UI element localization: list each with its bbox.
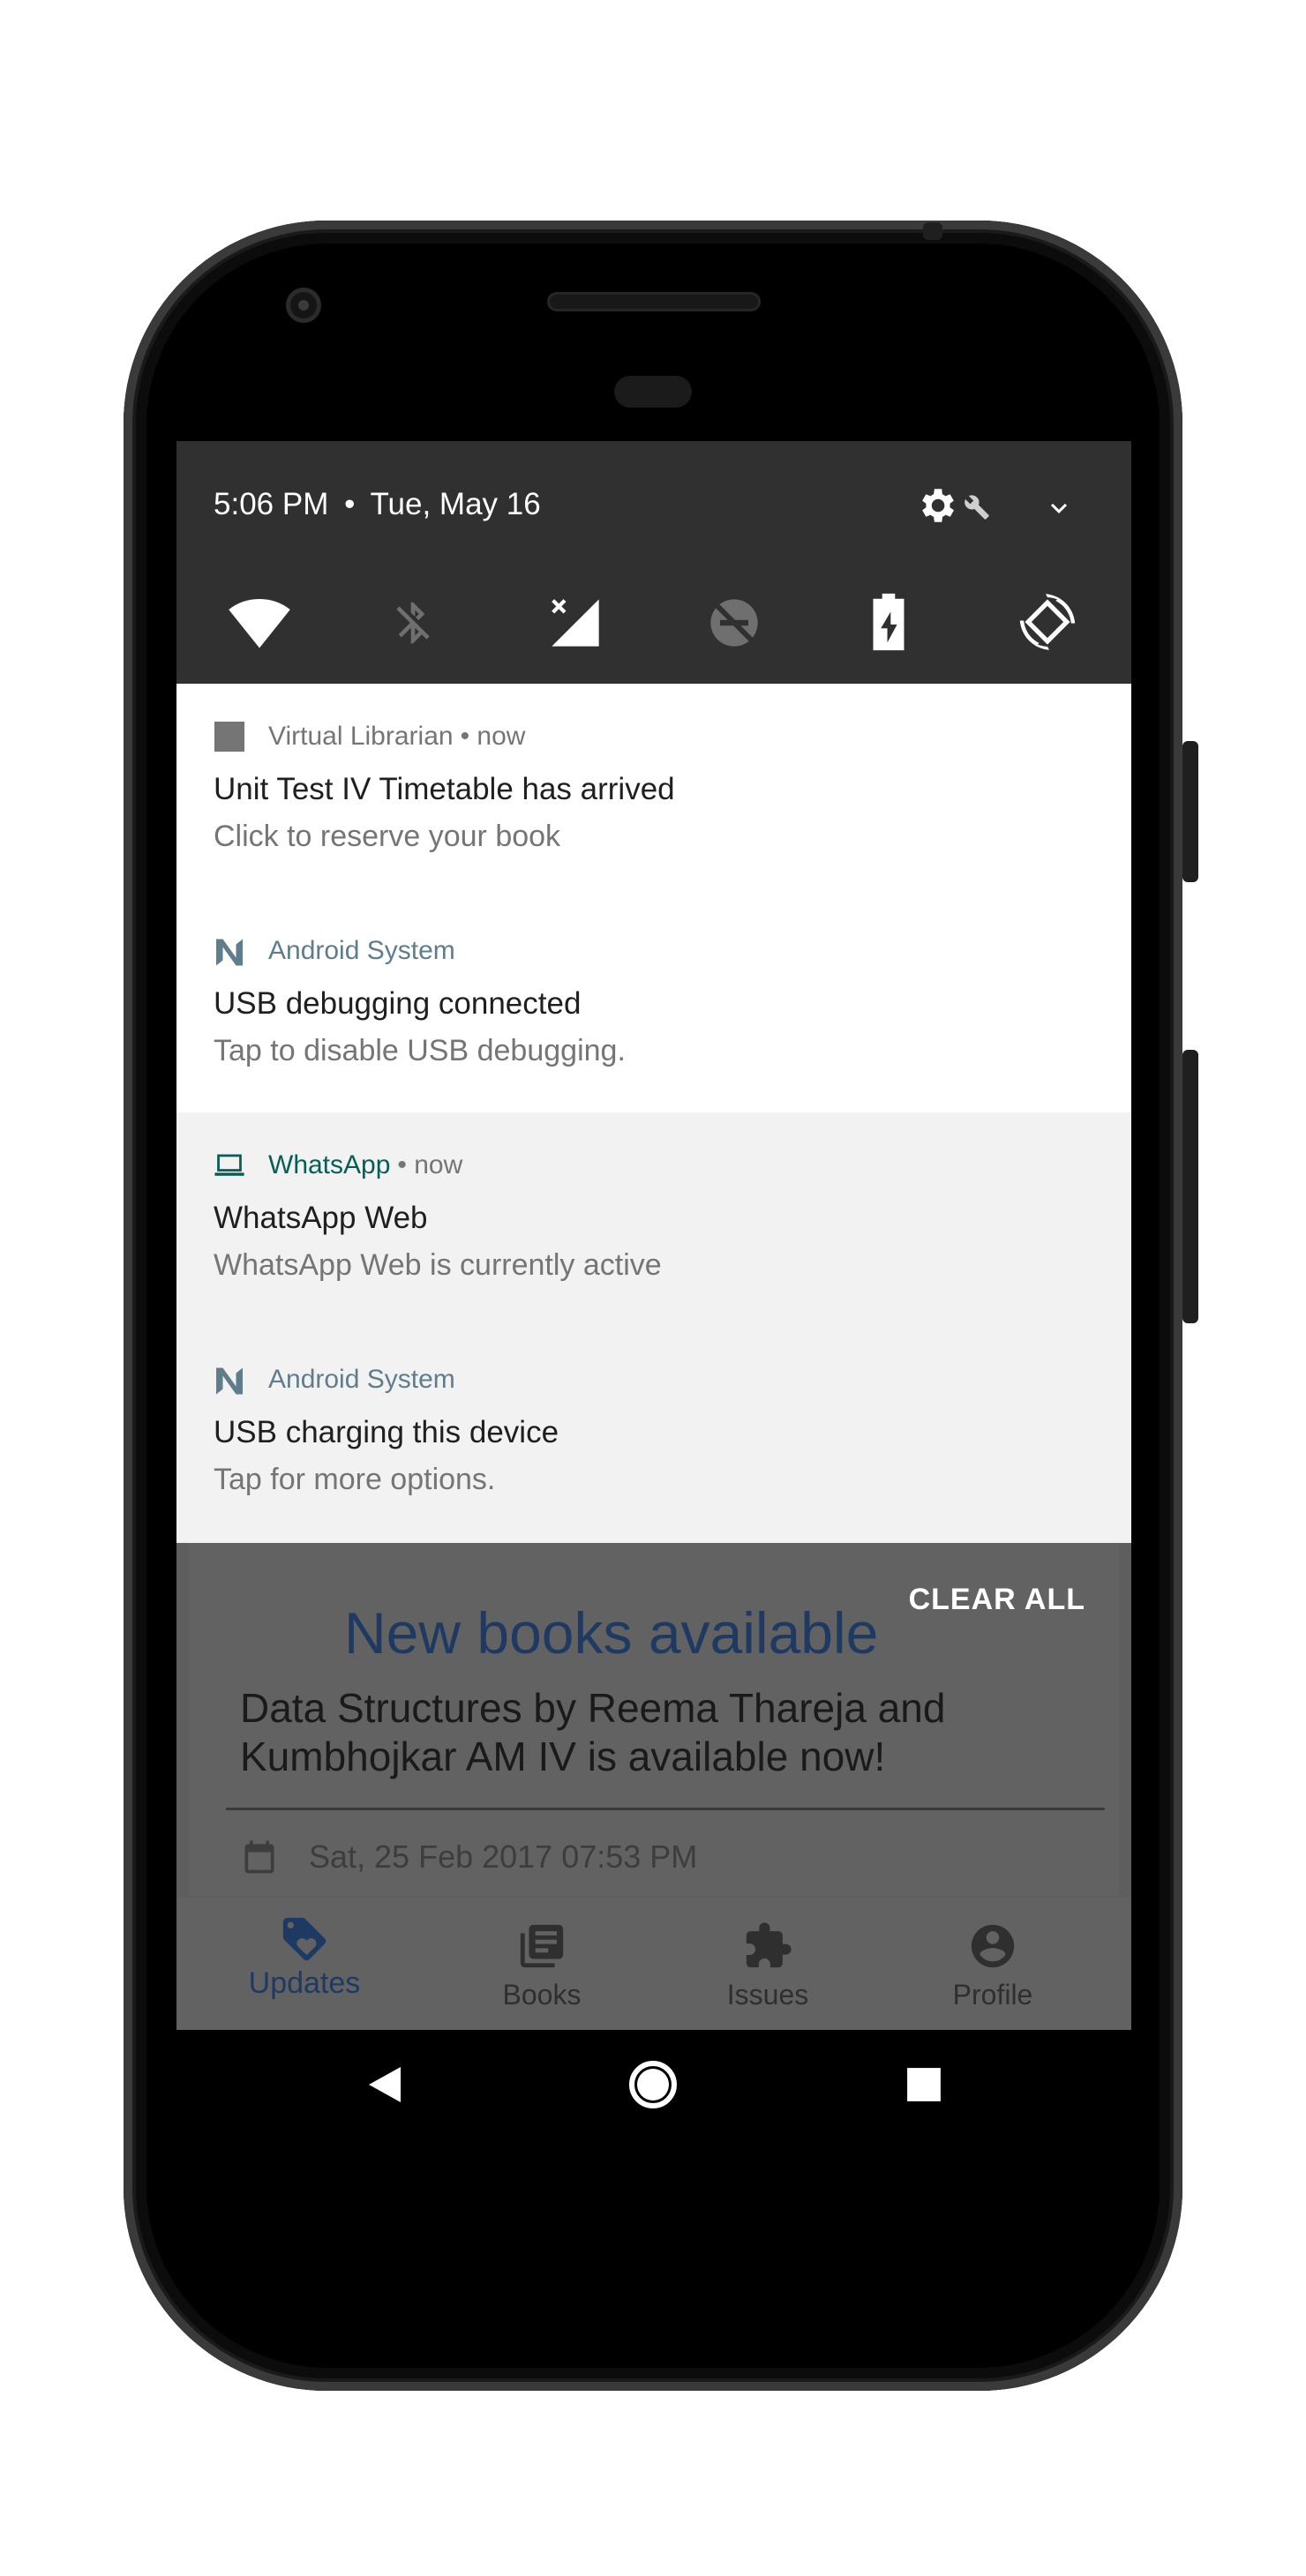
recents-icon[interactable] bbox=[905, 2066, 942, 2108]
nav-label-profile: Profile bbox=[952, 1979, 1033, 2011]
notification-title: Unit Test IV Timetable has arrived bbox=[214, 772, 675, 806]
calendar-icon bbox=[240, 1838, 279, 1876]
notification-header: Android System bbox=[214, 933, 455, 969]
mobile-signal-off-icon[interactable] bbox=[547, 595, 604, 651]
nav-label-updates: Updates bbox=[248, 1966, 361, 2000]
notification-header: WhatsApp • now bbox=[214, 1148, 462, 1183]
notification-whatsapp-web[interactable]: WhatsApp • now WhatsApp Web WhatsApp Web… bbox=[176, 1112, 1131, 1329]
account-circle-icon bbox=[967, 1921, 1018, 1972]
notification-app-name: WhatsApp bbox=[268, 1150, 391, 1179]
earpiece-speaker bbox=[547, 292, 761, 311]
notification-time: • now bbox=[397, 1150, 463, 1179]
notification-usb-debugging[interactable]: Android System USB debugging connected T… bbox=[176, 898, 1131, 1114]
tag-heart-icon bbox=[279, 1913, 330, 1965]
notification-text: Tap for more options. bbox=[214, 1463, 496, 1496]
wrench-icon bbox=[964, 494, 990, 520]
card-date: Sat, 25 Feb 2017 07:53 PM bbox=[309, 1838, 698, 1875]
notification-text: Click to reserve your book bbox=[214, 820, 561, 853]
card-date-row: Sat, 25 Feb 2017 07:53 PM bbox=[240, 1838, 697, 1876]
laptop-icon bbox=[214, 1149, 245, 1181]
notification-text: WhatsApp Web is currently active bbox=[214, 1248, 662, 1282]
nav-label-issues: Issues bbox=[726, 1979, 809, 2011]
top-notch bbox=[923, 222, 942, 240]
notification-header: Virtual Librarian • now bbox=[214, 719, 525, 754]
notification-app-name: Android System bbox=[268, 1365, 455, 1394]
notification-app-name: Virtual Librarian bbox=[268, 722, 454, 751]
nav-item-profile[interactable]: Profile bbox=[874, 1898, 1112, 2030]
settings-icon[interactable] bbox=[914, 483, 958, 528]
notification-app-name: Android System bbox=[268, 936, 455, 965]
android-n-icon bbox=[214, 935, 245, 967]
back-icon[interactable] bbox=[365, 2063, 404, 2110]
notification-title: WhatsApp Web bbox=[214, 1201, 428, 1235]
chevron-down-icon[interactable] bbox=[1043, 492, 1075, 524]
front-camera bbox=[286, 288, 321, 323]
android-n-icon bbox=[214, 1364, 245, 1396]
notification-header: Android System bbox=[214, 1362, 455, 1397]
volume-button[interactable] bbox=[1182, 1050, 1198, 1323]
square-app-icon bbox=[214, 721, 245, 753]
status-separator: • bbox=[344, 487, 356, 521]
battery-charging-icon[interactable] bbox=[867, 591, 911, 653]
nav-item-issues[interactable]: Issues bbox=[649, 1898, 887, 2030]
proximity-sensor bbox=[614, 376, 692, 408]
status-datetime: 5:06 PM • Tue, May 16 bbox=[214, 487, 541, 522]
screen: 5:06 PM • Tue, May 16 Virtual Librarian … bbox=[176, 441, 1131, 2135]
bottom-navigation: Updates Books Issues Profile bbox=[176, 1898, 1131, 2030]
puzzle-icon bbox=[742, 1921, 793, 1972]
notification-virtual-librarian[interactable]: Virtual Librarian • now Unit Test IV Tim… bbox=[176, 684, 1131, 900]
notification-time: • now bbox=[460, 722, 526, 751]
nav-label-books: Books bbox=[502, 1979, 582, 2011]
notification-title: USB debugging connected bbox=[214, 986, 582, 1021]
card-title: New books available bbox=[344, 1600, 879, 1666]
app-background: New books available Data Structures by R… bbox=[176, 1543, 1131, 2135]
library-books-icon bbox=[516, 1921, 567, 1972]
card-message: Data Structures by Reema Thareja and Kum… bbox=[240, 1685, 946, 1779]
notification-text: Tap to disable USB debugging. bbox=[214, 1034, 626, 1067]
notification-usb-charging[interactable]: Android System USB charging this device … bbox=[176, 1327, 1131, 1543]
nav-item-books[interactable]: Books bbox=[423, 1898, 661, 2030]
power-button[interactable] bbox=[1182, 741, 1198, 882]
auto-rotate-icon[interactable] bbox=[1017, 591, 1078, 653]
system-navigation-bar bbox=[176, 2030, 1131, 2135]
quick-settings-panel: 5:06 PM • Tue, May 16 bbox=[176, 441, 1131, 684]
bluetooth-off-icon[interactable] bbox=[388, 596, 438, 649]
notification-title: USB charging this device bbox=[214, 1415, 559, 1449]
status-time: 5:06 PM bbox=[214, 487, 329, 521]
nav-item-updates[interactable]: Updates bbox=[185, 1898, 424, 2030]
status-date: Tue, May 16 bbox=[370, 487, 541, 521]
do-not-disturb-off-icon[interactable] bbox=[706, 595, 762, 651]
home-icon[interactable] bbox=[628, 2060, 678, 2114]
clear-all-button[interactable]: CLEAR ALL bbox=[909, 1583, 1085, 1617]
card-divider bbox=[226, 1808, 1105, 1810]
wifi-icon[interactable] bbox=[228, 591, 291, 655]
